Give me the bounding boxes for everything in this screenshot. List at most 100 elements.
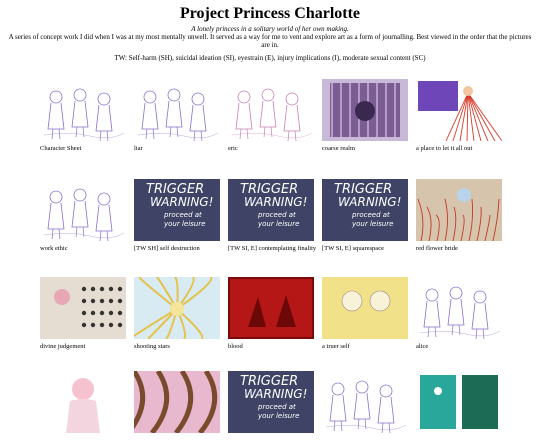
gallery-caption[interactable] [322, 437, 416, 447]
gallery-thumbnail[interactable] [40, 79, 126, 141]
svg-text:WARNING!: WARNING! [244, 387, 307, 401]
gallery-thumbnail[interactable] [134, 277, 220, 339]
svg-text:WARNING!: WARNING! [150, 195, 213, 209]
gallery-caption[interactable]: coarse realm [322, 145, 416, 155]
gallery-item[interactable]: alice [416, 277, 510, 353]
svg-text:WARNING!: WARNING! [244, 195, 307, 209]
gallery-caption[interactable]: eric [228, 145, 322, 155]
artwork-image [40, 371, 126, 433]
gallery-thumbnail[interactable] [322, 371, 408, 433]
svg-text:your leisure: your leisure [351, 220, 393, 228]
gallery-caption[interactable]: a place to let it all out [416, 145, 510, 155]
gallery-thumbnail[interactable] [416, 371, 502, 433]
gallery-caption[interactable]: [TW SI, E] contemplating finality [228, 245, 322, 255]
gallery-thumbnail[interactable] [416, 79, 502, 141]
gallery-thumbnail[interactable] [134, 371, 220, 433]
gallery-thumbnail[interactable] [40, 179, 126, 241]
artwork-image [40, 79, 126, 141]
page-subtitle: A lonely princess in a solitary world of… [191, 25, 349, 33]
artwork-image: TRIGGERWARNING!proceed atyour leisure [322, 179, 408, 241]
gallery-thumbnail[interactable] [416, 277, 502, 339]
gallery-row: Character Sheet liar eric coarse realm a pla… [40, 79, 510, 179]
gallery-item[interactable]: liar [134, 79, 228, 155]
gallery-thumbnail[interactable] [322, 277, 408, 339]
artwork-image [134, 277, 220, 339]
page-description: A series of concept work I did when I wa… [8, 33, 532, 49]
gallery-caption[interactable] [134, 437, 228, 447]
gallery-caption[interactable]: divine judgement [40, 343, 134, 353]
gallery-thumbnail[interactable]: TRIGGER WARNING! proceed at your leisure [228, 371, 314, 433]
svg-text:your leisure: your leisure [163, 220, 205, 228]
artwork-image: TRIGGERWARNING!proceed atyour leisure [228, 371, 314, 433]
gallery-caption[interactable] [416, 437, 510, 447]
artwork-image [228, 277, 314, 339]
gallery-item[interactable]: TRIGGER WARNING! proceed at your leisure [228, 371, 322, 447]
gallery-caption[interactable]: a truer self [322, 343, 416, 353]
artwork-image [322, 79, 408, 141]
page-title: Project Princess Charlotte [179, 5, 361, 22]
page-header: Project Princess Charlotte A lonely prin… [0, 5, 540, 62]
gallery-thumbnail[interactable] [322, 79, 408, 141]
artwork-image: TRIGGERWARNING!proceed atyour leisure [228, 179, 314, 241]
artwork-image [134, 79, 220, 141]
gallery-caption[interactable]: red flower bride [416, 245, 510, 255]
svg-text:WARNING!: WARNING! [338, 195, 401, 209]
gallery-thumbnail[interactable] [228, 277, 314, 339]
artwork-image [134, 371, 220, 433]
gallery-item[interactable] [322, 371, 416, 447]
svg-text:your leisure: your leisure [257, 412, 299, 420]
gallery-row: work ethic TRIGGER WARNING! proceed at your … [40, 179, 510, 277]
gallery-caption[interactable] [40, 437, 134, 447]
gallery-caption[interactable]: [TW SI, E] squarespace [322, 245, 416, 255]
gallery-row: TRIGGER WARNING! proceed at your leisure [40, 371, 510, 447]
gallery-caption[interactable]: alice [416, 343, 510, 353]
gallery-grid: Character Sheet liar eric coarse realm a pla… [40, 79, 510, 447]
gallery-item[interactable]: a truer self [322, 277, 416, 353]
svg-text:proceed at: proceed at [257, 403, 296, 411]
gallery-item[interactable] [416, 371, 510, 447]
gallery-item[interactable]: red flower bride [416, 179, 510, 255]
svg-text:proceed at: proceed at [351, 211, 390, 219]
svg-text:proceed at: proceed at [163, 211, 202, 219]
gallery-thumbnail[interactable]: TRIGGER WARNING! proceed at your leisure [322, 179, 408, 241]
gallery-caption[interactable] [228, 437, 322, 447]
artwork-image [40, 277, 126, 339]
gallery-caption[interactable]: liar [134, 145, 228, 155]
svg-text:your leisure: your leisure [257, 220, 299, 228]
artwork-image [228, 79, 314, 141]
gallery-caption[interactable]: [TW SH] self destruction [134, 245, 228, 255]
gallery-item[interactable]: TRIGGER WARNING! proceed at your leisure [TW… [134, 179, 228, 255]
artwork-image [416, 79, 502, 141]
artwork-image [322, 277, 408, 339]
gallery-item[interactable]: a place to let it all out [416, 79, 510, 155]
gallery-item[interactable]: TRIGGER WARNING! proceed at your leisure [TW… [228, 179, 322, 255]
gallery-item[interactable]: eric [228, 79, 322, 155]
gallery-caption[interactable]: Character Sheet [40, 145, 134, 155]
gallery-item[interactable]: coarse realm [322, 79, 416, 155]
artwork-image [322, 371, 408, 433]
gallery-item[interactable]: blood [228, 277, 322, 353]
gallery-thumbnail[interactable] [416, 179, 502, 241]
gallery-thumbnail[interactable] [228, 79, 314, 141]
gallery-thumbnail[interactable]: TRIGGER WARNING! proceed at your leisure [228, 179, 314, 241]
artwork-image [416, 371, 502, 433]
gallery-caption[interactable]: work ethic [40, 245, 134, 255]
gallery-item[interactable] [134, 371, 228, 447]
gallery-item[interactable]: TRIGGER WARNING! proceed at your leisure [TW… [322, 179, 416, 255]
artwork-image [416, 277, 502, 339]
artwork-image [416, 179, 502, 241]
gallery-thumbnail[interactable] [134, 79, 220, 141]
artwork-image [40, 179, 126, 241]
gallery-item[interactable]: work ethic [40, 179, 134, 255]
gallery-thumbnail[interactable] [40, 277, 126, 339]
gallery-thumbnail[interactable]: TRIGGER WARNING! proceed at your leisure [134, 179, 220, 241]
trigger-warnings: TW: Self-harm (SH), suicidal ideation (S… [114, 54, 426, 62]
svg-text:proceed at: proceed at [257, 211, 296, 219]
gallery-item[interactable]: divine judgement [40, 277, 134, 353]
gallery-item[interactable]: Character Sheet [40, 79, 134, 155]
gallery-item[interactable] [40, 371, 134, 447]
gallery-thumbnail[interactable] [40, 371, 126, 433]
gallery-caption[interactable]: shooting stars [134, 343, 228, 353]
gallery-item[interactable]: shooting stars [134, 277, 228, 353]
gallery-caption[interactable]: blood [228, 343, 322, 353]
